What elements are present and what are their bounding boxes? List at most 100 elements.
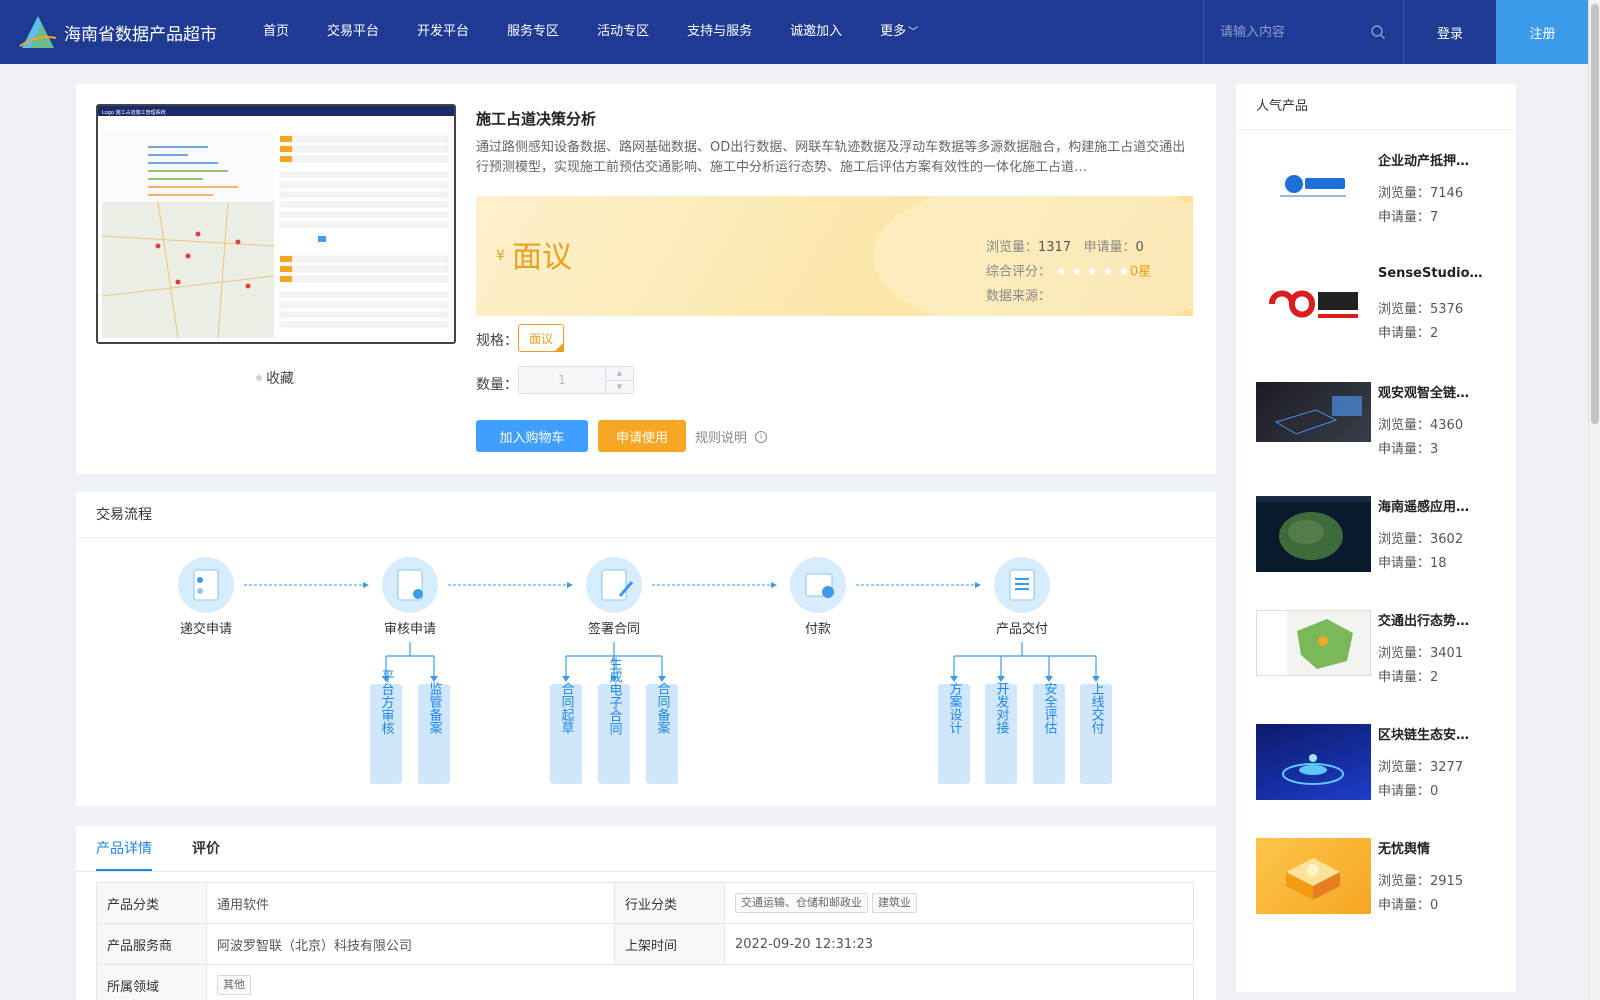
nav-service-zone[interactable]: 服务专区 — [488, 0, 578, 64]
quantity-value[interactable]: 1 — [519, 367, 605, 393]
star-icon: ★ — [1117, 264, 1130, 280]
popular-item-views: 浏览量：2915 — [1378, 870, 1463, 889]
sub-step-label: 上线交付 — [1089, 682, 1105, 734]
popular-item-title: 观安观智全链… — [1378, 386, 1470, 401]
popular-item-views: 浏览量：5376 — [1378, 298, 1463, 317]
popular-item-views: 浏览量：7146 — [1378, 182, 1463, 201]
step-payment — [790, 557, 846, 613]
apply-count: 7 — [1430, 210, 1439, 225]
popular-item[interactable]: SenseStudio… 浏览量：5376 申请量：2 — [1256, 266, 1506, 366]
login-button[interactable]: 登录 — [1403, 0, 1496, 64]
site-title: 海南省数据产品超市 — [64, 24, 217, 45]
apply-label: 申请量： — [1378, 898, 1431, 913]
nav-trading-platform[interactable]: 交易平台 — [308, 0, 398, 64]
apply-count: 0 — [1135, 240, 1144, 255]
views-count: 3602 — [1430, 532, 1464, 547]
nav-more[interactable]: 更多 ﹀ — [861, 0, 937, 65]
rules-label: 规则说明 — [695, 431, 748, 446]
apply-count: 18 — [1430, 556, 1447, 571]
page-scrollbar[interactable] — [1588, 0, 1600, 1000]
nav-join[interactable]: 诚邀加入 — [771, 0, 861, 64]
apply-label: 申请量： — [1378, 784, 1431, 799]
popular-item[interactable]: 区块链生态安… 浏览量：3277 申请量：0 — [1256, 724, 1506, 824]
device-photo-graphic — [1274, 396, 1362, 435]
domain-tags: 其他 — [206, 964, 1194, 1000]
currency-symbol: ¥ — [496, 248, 505, 264]
popular-item-views: 浏览量：3602 — [1378, 528, 1463, 547]
chevron-down-icon[interactable]: ▼ — [606, 381, 633, 394]
apply-use-button[interactable]: 申请使用 — [598, 420, 686, 452]
trade-flow-diagram: 递交申请 审核申请 签署合同 付款 产品交付 平台方审核 监管备案 合同起草 生… — [178, 557, 1112, 784]
favorite-button[interactable]: 收藏 — [256, 368, 294, 388]
views-label: 浏览量： — [1378, 874, 1431, 889]
popular-item-title: 无忧舆情 — [1378, 842, 1431, 857]
popular-item-applies: 申请量：0 — [1378, 894, 1438, 913]
step-label: 付款 — [805, 622, 831, 637]
sub-step-label: 生成电子合同 — [607, 657, 623, 735]
spec-option-label: 面议 — [528, 331, 553, 346]
rating-value: 0星 — [1129, 264, 1152, 280]
scrollbar-thumb[interactable] — [1591, 4, 1599, 424]
product-title: 施工占道决策分析 — [476, 110, 597, 128]
step-label: 递交申请 — [180, 621, 232, 637]
listed-label: 上架时间 — [614, 923, 725, 965]
selected-check-icon — [554, 342, 564, 352]
island-satellite — [1256, 496, 1371, 572]
search-input[interactable] — [1204, 24, 1364, 40]
apply-label: 申请量： — [1378, 326, 1431, 341]
info-icon: i — [755, 430, 768, 443]
nav-home[interactable]: 首页 — [244, 0, 308, 64]
spec-label: 规格： — [476, 333, 518, 349]
popular-title: 人气产品 — [1236, 84, 1516, 130]
star-outline-icon — [256, 375, 262, 381]
listed-value: 2022-09-20 12:31:23 — [724, 923, 1194, 965]
popular-item[interactable]: 海南遥感应用… 浏览量：3602 申请量：18 — [1256, 496, 1506, 596]
apply-count: 2 — [1430, 670, 1439, 685]
system-title-text: Logo 施工占道施工管理系统 — [102, 109, 166, 116]
step-review — [382, 557, 438, 613]
product-stats: 浏览量：1317 申请量：0 综合评分： ★ ★ ★ ★ ★ 0星 数据来源： — [986, 236, 1151, 309]
register-button[interactable]: 注册 — [1496, 0, 1589, 64]
popular-item[interactable]: 无忧舆情 浏览量：2915 申请量：0 — [1256, 838, 1506, 938]
popular-item[interactable]: 交通出行态势… 浏览量：3401 申请量：2 — [1256, 610, 1506, 710]
step-label: 签署合同 — [588, 621, 640, 637]
product-screenshot[interactable]: Logo 施工占道施工管理系统 — [96, 104, 456, 344]
views-count: 3277 — [1430, 760, 1464, 775]
table-row: 所属领域 其他 — [96, 964, 1194, 1000]
blockchain-art-graphic — [1282, 754, 1344, 785]
views-label: 浏览量： — [1378, 302, 1431, 317]
nav-activity-zone[interactable]: 活动专区 — [578, 0, 668, 64]
industry-label: 行业分类 — [614, 882, 725, 924]
search-bar — [1203, 0, 1403, 64]
tab-product-detail[interactable]: 产品详情 — [96, 826, 152, 871]
spec-option[interactable]: 面议 — [518, 324, 564, 352]
top-navbar: 海南省数据产品超市 首页 交易平台 开发平台 服务专区 活动专区 支持与服务 诚… — [0, 0, 1589, 65]
add-to-cart-button[interactable]: 加入购物车 — [476, 420, 588, 452]
chevron-up-icon[interactable]: ▲ — [606, 367, 633, 381]
step-delivery — [994, 557, 1050, 613]
apply-label: 申请量： — [1378, 210, 1431, 225]
popular-item-applies: 申请量：2 — [1378, 322, 1438, 341]
popular-item[interactable]: 观安观智全链… 浏览量：4360 申请量：3 — [1256, 382, 1506, 482]
nav-dev-platform[interactable]: 开发平台 — [398, 0, 488, 64]
apply-count: 0 — [1430, 784, 1439, 799]
site-logo[interactable]: 海南省数据产品超市 — [18, 12, 238, 52]
apply-count: 0 — [1430, 898, 1439, 913]
quantity-stepper[interactable]: 1 ▲ ▼ — [518, 366, 634, 394]
popular-item-title: 海南遥感应用… — [1378, 500, 1470, 515]
apply-label: 申请量： — [1378, 442, 1431, 457]
popular-item-title: 交通出行态势… — [1378, 614, 1470, 629]
sensetime-logo — [1256, 266, 1371, 342]
blockchain-art — [1256, 724, 1371, 800]
popular-item[interactable]: 企业动产抵押… 浏览量：7146 申请量：7 — [1256, 150, 1506, 250]
provider-value: 阿波罗智联（北京）科技有限公司 — [206, 923, 615, 965]
popular-item-views: 浏览量：4360 — [1378, 414, 1463, 433]
table-row: 产品分类 通用软件 行业分类 交通运输、仓储和邮政业 建筑业 — [96, 882, 1194, 924]
nav-support[interactable]: 支持与服务 — [668, 0, 771, 64]
quantity-label: 数量： — [476, 377, 518, 393]
popular-products-panel: 人气产品 企业动产抵押… 浏览量：7146 申请量：7 SenseStudio…… — [1236, 84, 1516, 992]
table-row: 产品服务商 阿波罗智联（北京）科技有限公司 上架时间 2022-09-20 12… — [96, 923, 1194, 965]
tab-reviews[interactable]: 评价 — [192, 826, 220, 871]
search-icon[interactable] — [1370, 24, 1386, 40]
rules-link[interactable]: 规则说明 i — [695, 427, 768, 446]
